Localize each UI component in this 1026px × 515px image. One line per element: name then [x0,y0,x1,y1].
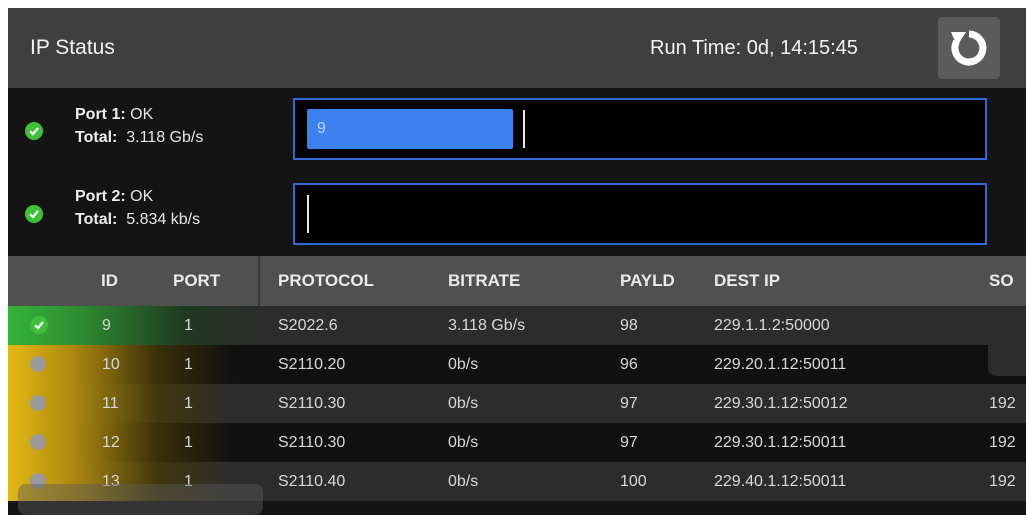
table-header: ID PORT PROTOCOL BITRATE PAYLD DEST IP S… [8,256,1026,306]
run-time-label: Run Time: [650,37,742,59]
cell-dest-ip: 229.30.1.12:50012 [714,395,848,412]
cell-source-ip: 192 [989,473,1016,490]
check-circle-icon [25,122,43,140]
cell-id: 10 [102,356,120,373]
port-1-bar-fill: 9 [307,109,513,149]
column-header-payld[interactable]: PAYLD [620,271,675,291]
grey-dot-icon [30,434,46,450]
page-title: IP Status [30,36,115,59]
check-circle-icon [25,205,43,223]
ip-status-screen: IP Status Run Time: 0d, 14:15:45 Port 1:… [8,8,1026,515]
cell-port: 1 [184,434,193,451]
cell-protocol: S2110.30 [278,395,346,412]
table-scrollbar-thumb[interactable] [988,308,1026,376]
port-1-total: Total: 3.118 Gb/s [75,129,203,147]
port-2-status-value: OK [130,188,154,205]
cell-source-ip: 192 [989,434,1016,451]
port-1-bar-marker [523,110,525,148]
cell-id: 11 [102,395,119,412]
cell-protocol: S2022.6 [278,317,338,334]
cell-source-ip: 192 [989,395,1016,412]
cell-dest-ip: 229.1.1.2:50000 [714,317,830,334]
run-time: Run Time: 0d, 14:15:45 [650,37,858,60]
scroll-indicator [18,484,263,515]
port-1-total-label: Total: [75,129,118,146]
cell-payld: 96 [620,356,638,373]
port-2-row: Port 2: OK Total: 5.834 kb/s [8,173,1026,255]
port-2-status: Port 2: OK [75,188,153,206]
cell-bitrate: 0b/s [448,434,479,451]
column-header-id[interactable]: ID [101,271,118,291]
port-2-total: Total: 5.834 kb/s [75,211,200,229]
port-1-label: Port 1: [75,106,126,123]
cell-port: 1 [184,395,193,412]
column-divider [258,256,260,306]
grey-dot-icon [30,356,46,372]
header-bar: IP Status Run Time: 0d, 14:15:45 [8,8,1026,88]
column-header-bitrate[interactable]: BITRATE [448,271,520,291]
port-1-status-value: OK [130,106,154,123]
port-1-status: Port 1: OK [75,106,153,124]
column-header-protocol[interactable]: PROTOCOL [278,271,374,291]
column-header-dest-ip[interactable]: DEST IP [714,271,780,291]
table-row[interactable]: 9 1 S2022.6 3.118 Gb/s 98 229.1.1.2:5000… [8,306,1026,345]
column-header-port[interactable]: PORT [173,271,220,291]
port-1-row: Port 1: OK Total: 3.118 Gb/s 9 [8,90,1026,172]
grey-dot-icon [30,395,46,411]
port-1-total-value: 3.118 Gb/s [126,129,204,146]
cell-protocol: S2110.20 [278,356,346,373]
port-1-bar-label: 9 [317,120,326,137]
cell-id: 9 [102,317,111,334]
run-time-value: 0d, 14:15:45 [746,37,858,59]
cell-bitrate: 0b/s [448,473,479,490]
reset-button[interactable] [938,17,1000,79]
cell-id: 12 [102,434,120,451]
port-2-label: Port 2: [75,188,126,205]
cell-payld: 100 [620,473,647,490]
port-2-bandwidth-bar [293,183,987,245]
table-row[interactable]: 10 1 S2110.20 0b/s 96 229.20.1.12:50011 … [8,345,1026,384]
reset-icon [951,30,987,66]
cell-payld: 97 [620,434,638,451]
port-1-bandwidth-bar: 9 [293,98,987,160]
cell-dest-ip: 229.40.1.12:50011 [714,473,847,490]
table-row[interactable]: 11 1 S2110.30 0b/s 97 229.30.1.12:50012 … [8,384,1026,423]
column-header-source-ip[interactable]: SO [989,271,1014,291]
cell-dest-ip: 229.20.1.12:50011 [714,356,847,373]
cell-port: 1 [184,317,193,334]
cell-protocol: S2110.40 [278,473,346,490]
cell-protocol: S2110.30 [278,434,346,451]
cell-bitrate: 0b/s [448,356,479,373]
port-2-bar-marker [307,195,309,233]
table-row[interactable]: 12 1 S2110.30 0b/s 97 229.30.1.12:50011 … [8,423,1026,462]
cell-bitrate: 0b/s [448,395,479,412]
cell-payld: 97 [620,395,638,412]
port-2-total-value: 5.834 kb/s [126,211,201,228]
cell-payld: 98 [620,317,638,334]
cell-dest-ip: 229.30.1.12:50011 [714,434,847,451]
cell-port: 1 [184,356,193,373]
cell-bitrate: 3.118 Gb/s [448,317,526,334]
port-2-total-label: Total: [75,211,118,228]
check-circle-icon [30,316,48,334]
